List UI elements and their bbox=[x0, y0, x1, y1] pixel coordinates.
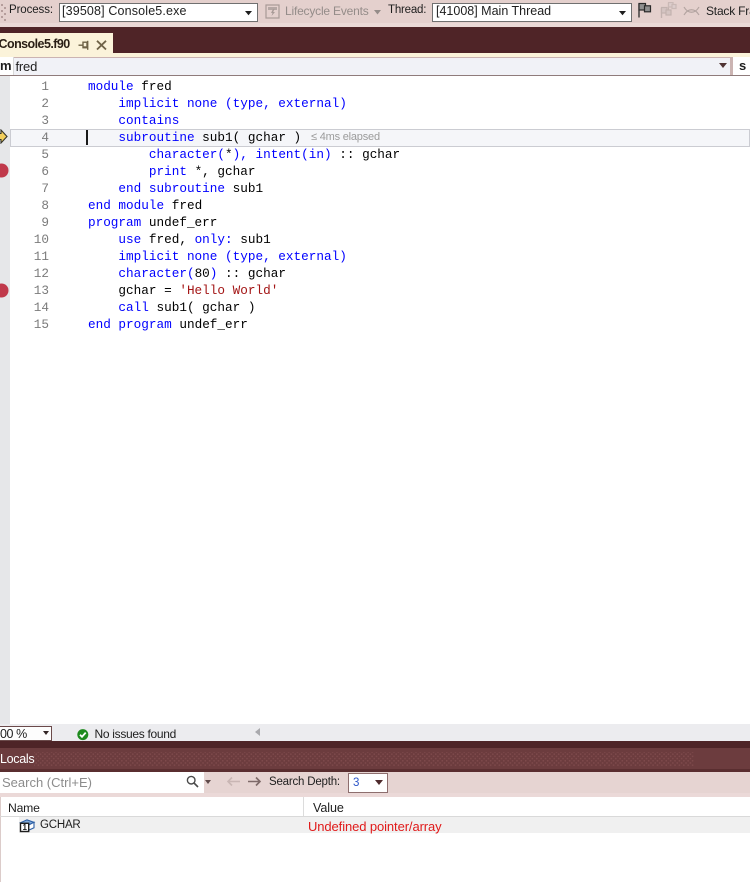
svg-text:1: 1 bbox=[22, 823, 27, 832]
